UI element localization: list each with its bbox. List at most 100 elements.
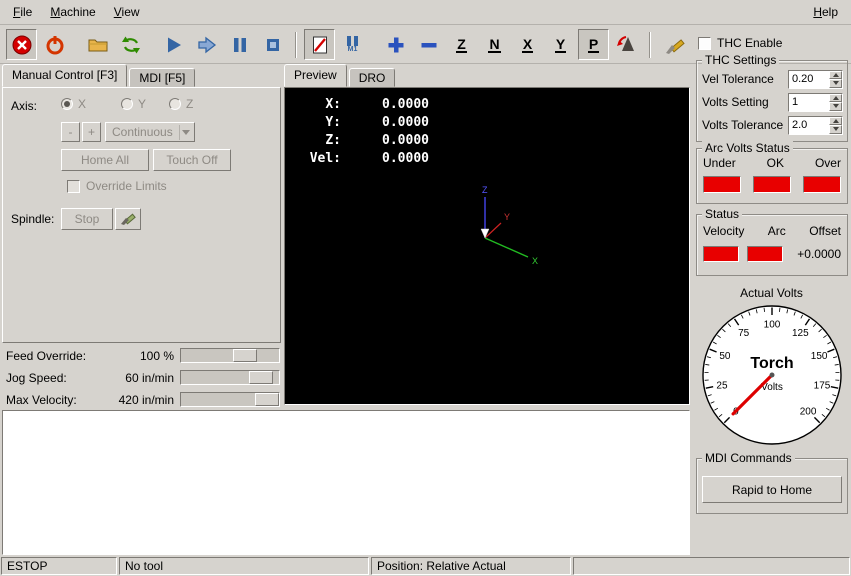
feed-override-value: 100 %: [98, 349, 174, 363]
open-file-button[interactable]: [82, 29, 113, 60]
message-output-area[interactable]: [2, 410, 690, 555]
manual-panel: Manual Control [F3] MDI [F5] Axis: X Y Z…: [2, 64, 281, 409]
spin-up-button[interactable]: [829, 117, 842, 126]
max-velocity-label: Max Velocity:: [6, 393, 77, 407]
spindle-adjust-button[interactable]: [115, 208, 141, 230]
preview-canvas[interactable]: X: 0.0000 Y: 0.0000 Z: 0.0000 Vel: 0.000…: [284, 87, 690, 405]
statusbar-filler-cell: [573, 557, 850, 575]
tab-mdi[interactable]: MDI [F5]: [129, 68, 195, 87]
spin-buttons: [829, 71, 842, 88]
zoom-out-button[interactable]: [413, 29, 444, 60]
axis-z-radio[interactable]: Z: [169, 97, 193, 111]
jog-mode-combo[interactable]: Continuous: [105, 122, 195, 142]
optional-stop-m1-icon: M1: [347, 36, 358, 54]
spin-down-button[interactable]: [829, 79, 842, 88]
axis-y-radio[interactable]: Y: [121, 97, 146, 111]
statusbar-position-cell: Position: Relative Actual: [371, 557, 571, 575]
feed-override-slider[interactable]: [180, 348, 280, 363]
optional-stop-button[interactable]: M1: [337, 29, 368, 60]
stop-button[interactable]: [257, 29, 288, 60]
dro-readout: X: 0.0000 Y: 0.0000 Z: 0.0000 Vel: 0.000…: [295, 96, 429, 168]
view-z-button[interactable]: Z: [446, 29, 477, 60]
machine-power-button[interactable]: [39, 29, 70, 60]
jog-plus-button[interactable]: +: [82, 122, 101, 142]
menu-machine[interactable]: Machine: [41, 1, 104, 23]
spin-up-icon: [833, 96, 839, 100]
vel-tolerance-label: Vel Tolerance: [702, 72, 788, 86]
home-all-button[interactable]: Home All: [61, 149, 149, 171]
spin-up-button[interactable]: [829, 94, 842, 103]
menu-view[interactable]: View: [105, 1, 149, 23]
dro-vel-value: 0.0000: [341, 150, 429, 168]
jog-speed-label: Jog Speed:: [6, 371, 67, 385]
spin-down-icon: [833, 127, 839, 131]
toggle-skip-lines-button[interactable]: [304, 29, 335, 60]
linuxcnc-window: File Machine View Help: [0, 0, 851, 576]
spin-down-button[interactable]: [829, 125, 842, 134]
arc-volts-labels: Under OK Over: [703, 156, 841, 170]
touch-off-button[interactable]: Touch Off: [153, 149, 231, 171]
axis-z-radio-label: Z: [186, 97, 193, 111]
over-lamp: [803, 176, 841, 193]
dro-vel-label: Vel:: [295, 150, 341, 168]
view-x-button[interactable]: X: [512, 29, 543, 60]
volts-setting-value[interactable]: 1: [789, 94, 829, 111]
thc-enable-checkbox[interactable]: THC Enable: [698, 36, 782, 50]
statusbar-estop-cell: ESTOP: [1, 557, 117, 575]
spin-buttons: [829, 94, 842, 111]
step-button[interactable]: [191, 29, 222, 60]
view-z2-button[interactable]: N: [479, 29, 510, 60]
estop-button[interactable]: [6, 29, 37, 60]
origin-axes-graphic: Z Y X: [435, 183, 555, 278]
volts-setting-spinner[interactable]: 1: [788, 93, 843, 112]
feed-override-handle[interactable]: [233, 349, 257, 362]
rapid-to-home-button[interactable]: Rapid to Home: [702, 476, 842, 503]
thc-panel: THC Enable THC Settings Vel Tolerance 0.…: [694, 30, 849, 574]
spin-down-button[interactable]: [829, 102, 842, 111]
max-velocity-value: 420 in/min: [98, 393, 174, 407]
clear-plot-button[interactable]: [658, 29, 689, 60]
max-velocity-slider[interactable]: [180, 392, 280, 407]
axis-x-letter: X: [532, 256, 538, 266]
volts-tolerance-value[interactable]: 2.0: [789, 117, 829, 134]
zoom-in-button[interactable]: [380, 29, 411, 60]
tab-manual-control[interactable]: Manual Control [F3]: [2, 64, 127, 87]
menu-help[interactable]: Help: [804, 1, 847, 23]
volts-tolerance-spinner[interactable]: 2.0: [788, 116, 843, 135]
clear-plot-brush-icon: [663, 34, 685, 56]
tab-preview[interactable]: Preview: [284, 64, 347, 87]
vel-tolerance-value[interactable]: 0.20: [789, 71, 829, 88]
override-limits-box: [67, 180, 80, 193]
view-z-icon: Z: [456, 37, 467, 53]
arc-label: Arc: [768, 224, 786, 238]
spin-up-button[interactable]: [829, 71, 842, 80]
reload-button[interactable]: [115, 29, 146, 60]
jog-minus-button[interactable]: -: [61, 122, 80, 142]
override-limits-checkbox[interactable]: Override Limits: [67, 179, 167, 193]
vel-tolerance-spinner[interactable]: 0.20: [788, 70, 843, 89]
step-icon: [196, 34, 218, 56]
dro-y-label: Y:: [295, 114, 341, 132]
view-z2-icon: N: [488, 37, 500, 53]
thc-settings-title: THC Settings: [702, 53, 779, 67]
jog-speed-slider[interactable]: [180, 370, 280, 385]
view-perspective-icon: P: [588, 37, 599, 53]
jog-speed-handle[interactable]: [249, 371, 273, 384]
tab-dro[interactable]: DRO: [349, 68, 396, 87]
run-button[interactable]: [158, 29, 189, 60]
menu-file[interactable]: File: [4, 1, 41, 23]
max-velocity-handle[interactable]: [255, 393, 279, 406]
dro-line-x: X: 0.0000: [295, 96, 429, 114]
view-y-button[interactable]: Y: [545, 29, 576, 60]
pause-button[interactable]: [224, 29, 255, 60]
radio-x-circle: [61, 98, 73, 110]
statusbar-tool-cell: No tool: [119, 557, 369, 575]
spin-buttons: [829, 117, 842, 134]
spin-down-icon: [833, 81, 839, 85]
axis-x-radio[interactable]: X: [61, 97, 86, 111]
view-perspective-button[interactable]: P: [578, 29, 609, 60]
spindle-stop-button[interactable]: Stop: [61, 208, 113, 230]
ok-lamp: [753, 176, 791, 193]
rotate-view-button[interactable]: [611, 29, 642, 60]
svg-text:Torch: Torch: [750, 355, 793, 372]
